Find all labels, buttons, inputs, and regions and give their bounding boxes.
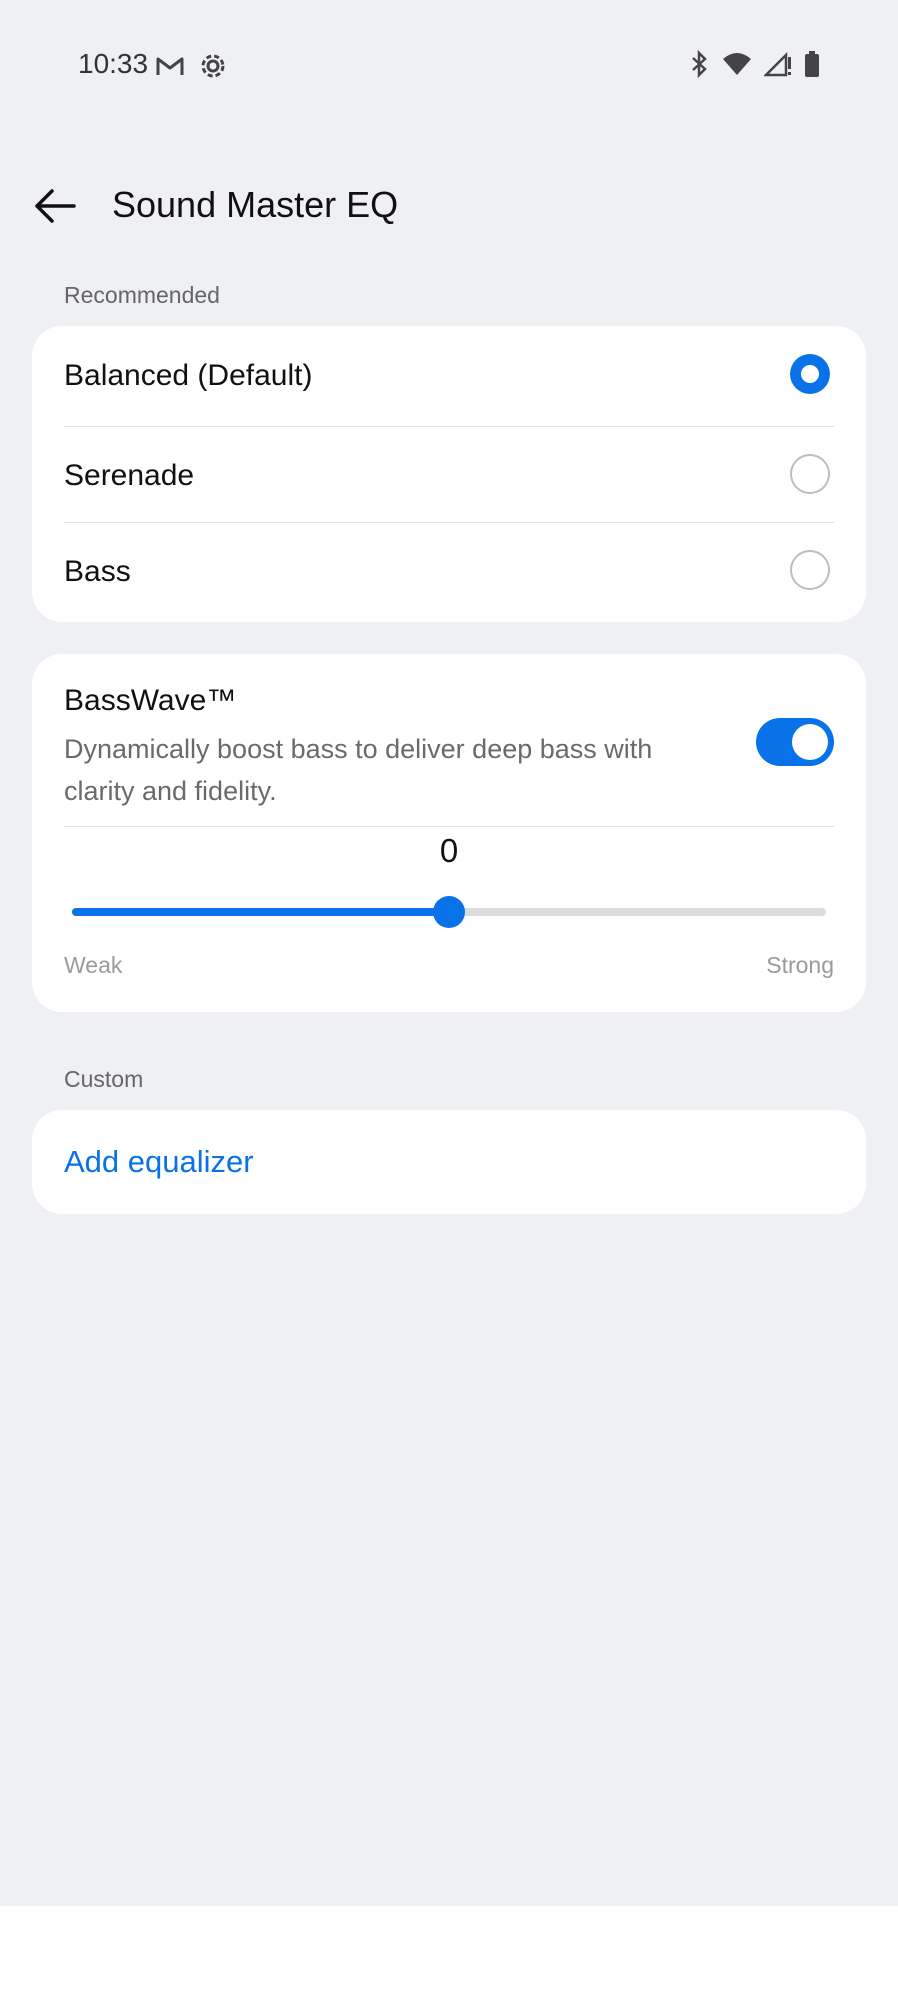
custom-card: Add equalizer xyxy=(32,1110,866,1214)
app-bar: Sound Master EQ xyxy=(0,160,898,250)
slider-value: 0 xyxy=(439,832,459,869)
basswave-slider[interactable] xyxy=(72,896,826,928)
status-bar: 10:33 xyxy=(0,0,898,130)
option-balanced[interactable]: Balanced (Default) xyxy=(32,326,866,422)
basswave-card: BassWave™ Dynamically boost bass to deli… xyxy=(32,654,866,1012)
status-right-icons xyxy=(690,50,820,78)
recommended-card: Balanced (Default) Serenade Bass xyxy=(32,326,866,622)
slider-max-label: Strong xyxy=(766,952,834,978)
radio-unselected-icon[interactable] xyxy=(790,454,830,494)
wifi-icon xyxy=(722,51,752,77)
page-title: Sound Master EQ xyxy=(112,184,399,225)
slider-thumb[interactable] xyxy=(433,896,465,928)
option-serenade[interactable]: Serenade xyxy=(32,426,866,522)
arrow-left-icon[interactable] xyxy=(30,180,82,232)
radio-unselected-icon[interactable] xyxy=(790,550,830,590)
option-bass[interactable]: Bass xyxy=(32,522,866,618)
divider xyxy=(64,826,834,827)
signal-icon xyxy=(764,51,792,77)
basswave-description: Dynamically boost bass to deliver deep b… xyxy=(64,734,653,806)
slider-fill xyxy=(72,908,449,916)
gmail-icon xyxy=(155,52,185,80)
status-left-icons xyxy=(155,52,227,80)
basswave-toggle[interactable] xyxy=(756,718,834,766)
battery-icon xyxy=(804,50,820,78)
option-label: Bass xyxy=(64,555,131,588)
option-label: Balanced (Default) xyxy=(64,359,313,392)
status-time: 10:33 xyxy=(78,48,149,79)
basswave-title: BassWave™ xyxy=(64,684,237,717)
settings-gear-icon xyxy=(199,52,227,80)
option-label: Serenade xyxy=(64,459,195,492)
bluetooth-icon xyxy=(690,50,710,78)
navigation-bar xyxy=(0,1906,898,2000)
slider-min-label: Weak xyxy=(64,952,123,978)
radio-selected-icon[interactable] xyxy=(790,354,830,394)
add-equalizer-button[interactable]: Add equalizer xyxy=(64,1144,254,1180)
recommended-section-label: Recommended xyxy=(64,282,220,308)
custom-section-label: Custom xyxy=(64,1066,144,1092)
